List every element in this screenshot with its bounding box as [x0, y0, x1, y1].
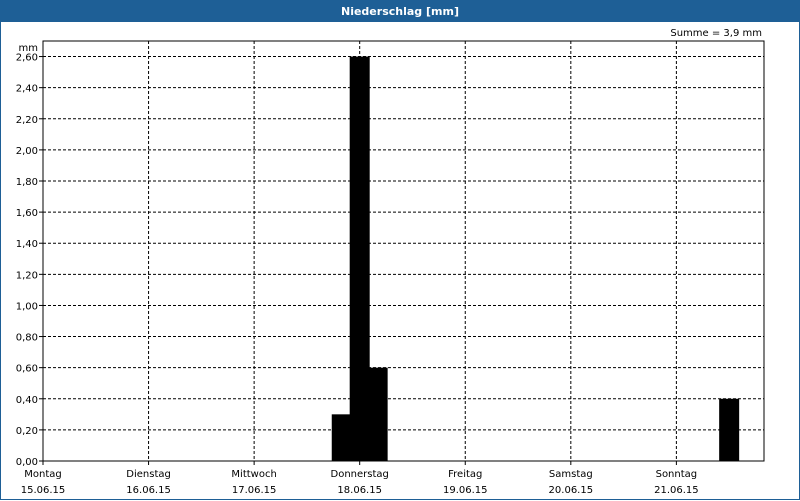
- x-tick-date-label: 18.06.15: [337, 485, 382, 496]
- x-tick-date-label: 21.06.15: [654, 485, 699, 496]
- y-tick-label: 1,80: [16, 177, 38, 188]
- x-tick-day-label: Freitag: [448, 469, 482, 480]
- x-tick-date-label: 20.06.15: [549, 485, 594, 496]
- x-tick-date-label: 16.06.15: [126, 485, 171, 496]
- y-tick-label: 0,60: [16, 364, 38, 375]
- precipitation-bar: [331, 414, 352, 461]
- y-tick-label: 2,00: [16, 146, 38, 157]
- x-tick-day-label: Dienstag: [126, 469, 171, 480]
- y-tick-label: 2,60: [16, 53, 38, 64]
- x-tick-date-label: 15.06.15: [21, 485, 66, 496]
- x-tick-day-label: Mittwoch: [231, 469, 276, 480]
- y-tick-label: 2,20: [16, 115, 38, 126]
- precipitation-bar: [719, 398, 740, 461]
- y-tick-label: 0,20: [16, 426, 38, 437]
- x-tick-day-label: Samstag: [549, 469, 593, 480]
- y-tick-label: 1,00: [16, 301, 38, 312]
- y-tick-label: 1,40: [16, 239, 38, 250]
- y-tick-label: 1,20: [16, 270, 38, 281]
- y-tick-label: 0,40: [16, 395, 38, 406]
- x-tick-day-label: Donnerstag: [331, 469, 389, 480]
- y-tick-label: 2,40: [16, 84, 38, 95]
- y-tick-label: 0,80: [16, 333, 38, 344]
- x-tick-date-label: 17.06.15: [232, 485, 277, 496]
- plot-border: [42, 40, 765, 462]
- sum-annotation: Summe = 3,9 mm: [670, 28, 762, 39]
- y-tick-label: 1,60: [16, 208, 38, 219]
- y-tick-label: 0,00: [16, 457, 38, 468]
- x-tick-day-label: Montag: [24, 469, 61, 480]
- chart-window: Niederschlag [mm] 0,00 0,20 0,40 0,60 0,80 1,…: [0, 0, 800, 500]
- y-axis-label: mm: [19, 43, 38, 54]
- x-tick-day-label: Sonntag: [656, 469, 698, 480]
- x-tick-date-label: 19.06.15: [443, 485, 488, 496]
- precipitation-bar: [349, 56, 370, 462]
- precipitation-chart: 0,00 0,20 0,40 0,60 0,80 1,00 1,20 1,40 1,60 1,80…: [16, 28, 765, 496]
- precipitation-bar: [367, 367, 388, 461]
